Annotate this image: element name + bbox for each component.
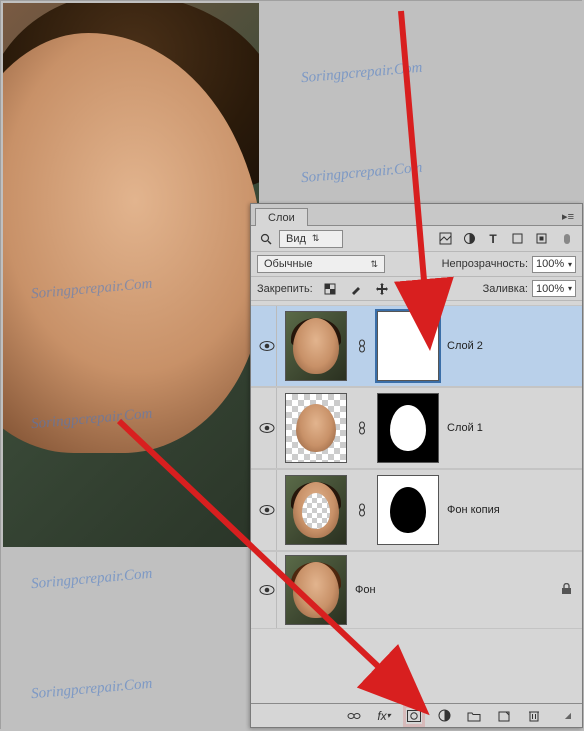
panel-menu-icon[interactable]: ▸≡ bbox=[558, 208, 578, 225]
visibility-toggle[interactable] bbox=[257, 470, 277, 550]
chevron-down-icon: ▾ bbox=[568, 284, 572, 293]
layer-thumbnail[interactable] bbox=[285, 311, 347, 381]
layer-row[interactable]: Слой 2 bbox=[251, 305, 582, 387]
opacity-value: 100% bbox=[536, 258, 564, 270]
fill-label: Заливка: bbox=[483, 283, 528, 295]
fill-value: 100% bbox=[536, 283, 564, 295]
layer-row[interactable]: Фон bbox=[251, 551, 582, 629]
layer-name[interactable]: Слой 1 bbox=[447, 422, 576, 434]
document-image bbox=[3, 3, 259, 547]
blend-row: Обычные ⇅ Непрозрачность: 100% ▾ bbox=[251, 252, 582, 277]
type-filter-icon[interactable]: T bbox=[484, 230, 502, 248]
visibility-toggle[interactable] bbox=[257, 306, 277, 386]
new-layer-icon[interactable] bbox=[496, 708, 512, 724]
layer-row[interactable]: Фон копия bbox=[251, 469, 582, 551]
lock-row: Закрепить: Заливка: 100% ▾ bbox=[251, 277, 582, 301]
adjust-filter-icon[interactable] bbox=[460, 230, 478, 248]
group-icon[interactable] bbox=[466, 708, 482, 724]
filter-toggle-icon[interactable] bbox=[558, 230, 576, 248]
link-mask-icon[interactable] bbox=[355, 339, 369, 353]
mask-add-icon[interactable] bbox=[406, 708, 422, 724]
layer-name[interactable]: Слой 2 bbox=[447, 340, 576, 352]
blend-mode-value: Обычные bbox=[264, 258, 313, 270]
opacity-input[interactable]: 100% ▾ bbox=[532, 256, 576, 273]
layer-thumbnail[interactable] bbox=[285, 393, 347, 463]
panel-resize-icon[interactable]: ◢ bbox=[560, 708, 576, 724]
layer-name[interactable]: Фон bbox=[355, 584, 553, 596]
chevron-down-icon: ▾ bbox=[568, 260, 572, 269]
app-frame: Soringpcrepair.Com Soringpcrepair.Com So… bbox=[0, 0, 582, 729]
mask-thumbnail[interactable] bbox=[377, 393, 439, 463]
canvas-area[interactable]: Soringpcrepair.Com Soringpcrepair.Com So… bbox=[1, 1, 583, 730]
layer-row[interactable]: Слой 1 bbox=[251, 387, 582, 469]
chevron-down-icon: ⇅ bbox=[370, 259, 378, 270]
watermark: Soringpcrepair.Com bbox=[300, 60, 423, 88]
visibility-toggle[interactable] bbox=[257, 388, 277, 468]
blend-mode-select[interactable]: Обычные ⇅ bbox=[257, 255, 385, 273]
mask-thumbnail[interactable] bbox=[377, 311, 439, 381]
fx-icon[interactable]: fx▾ bbox=[376, 708, 392, 724]
lock-all-icon[interactable] bbox=[399, 280, 417, 298]
layers-list: Слой 2 Слой 1 bbox=[251, 301, 582, 703]
visibility-toggle[interactable] bbox=[257, 552, 277, 628]
chevron-updown-icon: ⇅ bbox=[312, 233, 320, 244]
lock-icon bbox=[561, 583, 572, 598]
layer-name[interactable]: Фон копия bbox=[447, 504, 576, 516]
image-filter-icon[interactable] bbox=[436, 230, 454, 248]
panel-bottom-bar: fx▾ ◢ bbox=[251, 703, 582, 727]
tab-label: Слои bbox=[268, 212, 295, 224]
lock-brush-icon[interactable] bbox=[347, 280, 365, 298]
fill-input[interactable]: 100% ▾ bbox=[532, 280, 576, 297]
watermark: Soringpcrepair.Com bbox=[30, 676, 153, 704]
link-mask-icon[interactable] bbox=[355, 421, 369, 435]
lock-pixels-icon[interactable] bbox=[321, 280, 339, 298]
opacity-label: Непрозрачность: bbox=[442, 258, 528, 270]
layers-panel: Слои ▸≡ Вид ⇅ T bbox=[250, 203, 583, 728]
trash-icon[interactable] bbox=[526, 708, 542, 724]
mask-thumbnail[interactable] bbox=[377, 475, 439, 545]
layer-thumbnail[interactable] bbox=[285, 475, 347, 545]
shape-filter-icon[interactable] bbox=[508, 230, 526, 248]
lock-move-icon[interactable] bbox=[373, 280, 391, 298]
tab-layers[interactable]: Слои bbox=[255, 208, 308, 226]
eye-icon bbox=[259, 584, 275, 596]
smart-filter-icon[interactable] bbox=[532, 230, 550, 248]
adjustment-icon[interactable] bbox=[436, 708, 452, 724]
eye-icon bbox=[259, 422, 275, 434]
filter-kind-select[interactable]: Вид ⇅ bbox=[279, 230, 343, 248]
panel-tabs: Слои ▸≡ bbox=[251, 204, 582, 226]
watermark: Soringpcrepair.Com bbox=[30, 566, 153, 594]
lock-label: Закрепить: bbox=[257, 283, 313, 295]
watermark: Soringpcrepair.Com bbox=[300, 160, 423, 188]
layer-thumbnail[interactable] bbox=[285, 555, 347, 625]
filter-kind-label: Вид bbox=[286, 233, 306, 245]
link-mask-icon[interactable] bbox=[355, 503, 369, 517]
link-icon[interactable] bbox=[346, 708, 362, 724]
eye-icon bbox=[259, 504, 275, 516]
eye-icon bbox=[259, 340, 275, 352]
filter-row: Вид ⇅ T bbox=[251, 226, 582, 252]
search-icon[interactable] bbox=[257, 230, 275, 248]
